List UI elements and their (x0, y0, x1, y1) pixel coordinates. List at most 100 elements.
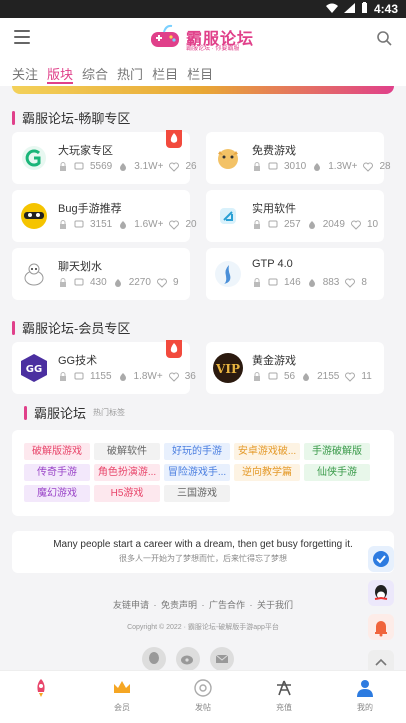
fire-icon (312, 162, 322, 172)
board-posts: 430 (90, 277, 107, 288)
board-likes: 8 (361, 277, 367, 288)
board-card[interactable]: GG GG技术 1155 1.8W+ 36 (12, 340, 196, 394)
qq-share-icon[interactable] (142, 647, 166, 671)
board-card[interactable]: Bug手游推荐 3151 1.6W+ 20 (12, 190, 197, 242)
board-likes: 20 (185, 219, 197, 230)
tab-column-2[interactable]: 栏目 (187, 58, 213, 84)
fire-icon (307, 220, 317, 230)
board-name: 大玩家专区 (58, 145, 113, 157)
heart-icon (168, 372, 179, 382)
tab-general[interactable]: 综合 (82, 58, 108, 84)
fire-icon (301, 372, 311, 382)
hot-badge-icon (166, 130, 182, 148)
compose-icon (192, 677, 214, 699)
board-stats: 257 2049 10 (252, 219, 378, 230)
tag-chip[interactable]: 破解版游戏 (24, 443, 90, 460)
nav-home[interactable] (16, 677, 66, 702)
tag-chip[interactable]: 安卓游戏破... (234, 443, 300, 460)
nav-member[interactable]: 会员 (97, 677, 147, 713)
board-card[interactable]: 聊天划水 430 2270 9 (12, 248, 190, 300)
lock-icon (58, 371, 68, 382)
board-name: GTP 4.0 (252, 258, 293, 270)
board-posts: 3151 (90, 219, 113, 230)
footer-link[interactable]: 关于我们 (257, 600, 293, 610)
svg-text:VIP: VIP (215, 362, 240, 376)
copyright: Copyright © 2022 · 霸服论坛-破解版手游app平台 (127, 624, 279, 631)
tag-chip[interactable]: 传奇手游 (24, 464, 90, 481)
board-stats: 3151 1.6W+ 20 (58, 219, 197, 230)
banner-strip[interactable] (12, 86, 394, 94)
nav-recharge[interactable]: 充值 (259, 677, 309, 713)
user-icon (354, 677, 376, 699)
heart-icon (345, 372, 356, 382)
board-views: 2270 (128, 277, 151, 288)
tag-chip[interactable]: 三国游戏 (164, 485, 230, 502)
board-card[interactable]: 大玩家专区 5569 3.1W+ 26 (12, 130, 197, 184)
quote-chinese: 很多人一开始为了梦想而忙，后来忙得忘了梦想 (119, 554, 287, 563)
board-views: 3.1W+ (134, 161, 164, 172)
board-name: 黄金游戏 (252, 355, 296, 367)
svg-text:GG: GG (26, 364, 42, 375)
board-card[interactable]: GTP 4.0 146 883 8 (206, 248, 384, 300)
mail-share-icon[interactable] (210, 647, 234, 671)
tab-column-1[interactable]: 栏目 (152, 58, 178, 84)
section-accent-bar (12, 110, 15, 125)
footer-link[interactable]: 广告合作 (209, 600, 245, 610)
tag-chip[interactable]: 手游破解版 (304, 443, 370, 460)
search-icon[interactable] (376, 30, 392, 46)
board-posts: 3010 (284, 161, 307, 172)
heart-icon (156, 278, 167, 288)
nav-post[interactable]: 发帖 (178, 677, 228, 713)
board-name: 聊天划水 (58, 261, 102, 273)
verify-float-button[interactable] (368, 546, 394, 572)
tag-chip[interactable]: 冒险游戏手... (164, 464, 230, 481)
board-views: 1.6W+ (134, 219, 164, 230)
comment-icon (268, 220, 278, 230)
board-name: 免费游戏 (252, 145, 296, 157)
board-likes: 28 (379, 161, 391, 172)
tag-chip[interactable]: 好玩的手游 (164, 443, 230, 460)
footer-link[interactable]: 免责声明 (161, 600, 197, 610)
tag-chip[interactable]: H5游戏 (94, 485, 160, 502)
status-time: 4:43 (373, 2, 398, 16)
tag-chip[interactable]: 魔幻游戏 (24, 485, 90, 502)
battery-icon (361, 2, 368, 16)
board-stats: 56 2155 11 (252, 371, 372, 382)
logo[interactable]: 霸服论坛 霸服论坛 · 你要霸服 (148, 23, 288, 53)
weibo-share-icon[interactable] (176, 647, 200, 671)
tab-hot[interactable]: 热门 (117, 58, 143, 84)
tab-boards[interactable]: 版块 (47, 58, 74, 84)
board-card[interactable]: VIP 黄金游戏 56 2155 11 (206, 342, 384, 394)
fire-icon (118, 220, 128, 230)
board-card[interactable]: 免费游戏 3010 1.3W+ 28 (206, 132, 391, 184)
comment-icon (268, 162, 278, 172)
board-avatar (18, 200, 50, 232)
board-views: 1.3W+ (328, 161, 358, 172)
section-title-member: 霸服论坛-会员专区 (12, 318, 130, 337)
rocket-icon (30, 677, 52, 699)
nav-profile[interactable]: 我的 (340, 677, 390, 713)
tag-chip[interactable]: 破解软件 (94, 443, 160, 460)
board-posts: 1155 (90, 371, 112, 382)
board-likes: 10 (366, 219, 379, 230)
lock-icon (252, 277, 262, 288)
footer-links: 友链申请 · 免责声明 · 广告合作 · 关于我们 (112, 600, 294, 610)
tag-chip[interactable]: 仙侠手游 (304, 464, 370, 481)
heart-icon (350, 220, 361, 230)
board-avatar: VIP (212, 352, 244, 384)
tag-chip[interactable]: 逆向教学篇 (234, 464, 300, 481)
section-title-text: 霸服论坛-会员专区 (22, 321, 131, 336)
heart-icon (363, 162, 374, 172)
board-views: 2155 (317, 371, 340, 382)
tab-follow[interactable]: 关注 (12, 58, 38, 84)
board-avatar (18, 142, 50, 174)
tag-chip[interactable]: 角色扮演游... (94, 464, 160, 481)
footer-link[interactable]: 友链申请 (113, 600, 149, 610)
section-title-chat: 霸服论坛-畅聊专区 (12, 108, 130, 127)
nav-label: 充值 (276, 703, 292, 712)
comment-icon (74, 278, 84, 288)
board-card[interactable]: 实用软件 257 2049 10 (206, 190, 384, 242)
board-avatar (212, 200, 244, 232)
menu-icon[interactable] (14, 30, 30, 44)
board-posts: 56 (284, 371, 296, 382)
